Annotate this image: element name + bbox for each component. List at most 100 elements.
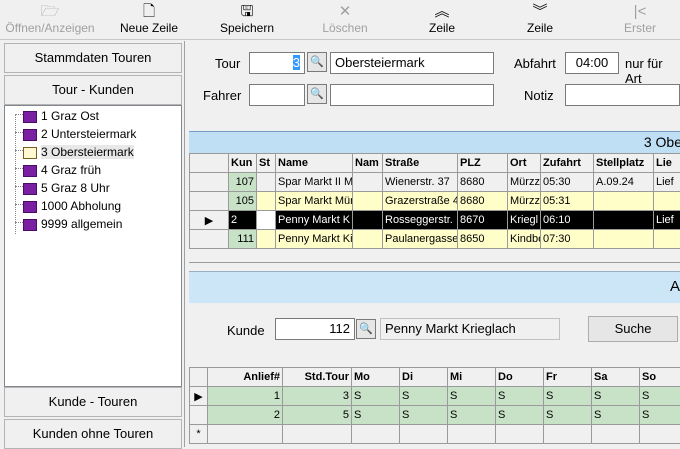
master-data-tours-button[interactable]: Stammdaten Touren (4, 43, 182, 73)
column-header[interactable]: So (640, 368, 680, 387)
cell-mi[interactable] (448, 425, 496, 444)
column-header[interactable]: Do (496, 368, 544, 387)
cell-std-tour[interactable]: 5 (283, 406, 352, 425)
cell-mo[interactable]: S (352, 406, 400, 425)
cell-std-tour[interactable]: 3 (283, 387, 352, 406)
cell-lie[interactable]: Lief (654, 211, 680, 230)
table-row[interactable]: 2 5 S S S S S S S (190, 406, 680, 425)
tour-number-input[interactable]: 3 (249, 52, 305, 74)
cell-plz[interactable]: 8680 (458, 173, 508, 192)
customer-tours-button[interactable]: Kunde - Touren (4, 387, 182, 417)
cell-plz[interactable]: 8670 (458, 211, 508, 230)
open-button[interactable]: 🗁 Öffnen/Anzeigen (2, 3, 98, 39)
cell-so[interactable] (640, 425, 680, 444)
cell-kun[interactable]: 107 (229, 173, 257, 192)
customers-without-tours-button[interactable]: Kunden ohne Touren (4, 419, 182, 449)
tree-item-1000-abholung[interactable]: 1000 Abholung (23, 197, 121, 215)
cell-sa[interactable]: S (592, 387, 640, 406)
save-button[interactable]: 🖫 Speichern (218, 3, 276, 39)
column-header[interactable]: Nam (353, 154, 383, 173)
cell-zufahrt[interactable]: 07:30 (541, 230, 594, 249)
horizontal-scrollbar[interactable] (189, 262, 680, 270)
note-input[interactable] (565, 84, 680, 106)
column-header[interactable]: Mi (448, 368, 496, 387)
column-header[interactable]: Fr (544, 368, 592, 387)
tree-item-1-graz-ost[interactable]: 1 Graz Ost (23, 107, 99, 125)
column-header[interactable]: Mo (352, 368, 400, 387)
cell-stellplatz[interactable]: A.09.24 (594, 173, 654, 192)
cell-nam[interactable] (353, 173, 383, 192)
table-row[interactable]: ▶ 1 3 S S S S S S S (190, 387, 680, 406)
cell-fr[interactable] (544, 425, 592, 444)
cell-kun[interactable]: 111 (229, 230, 257, 249)
cell-lie[interactable] (654, 230, 680, 249)
cell-di[interactable]: S (400, 387, 448, 406)
column-header[interactable]: Stellplatz (594, 154, 654, 173)
cell-zufahrt[interactable]: 06:10 (541, 211, 594, 230)
cell-stellplatz[interactable] (594, 192, 654, 211)
tree-item-4-graz-frueh[interactable]: 4 Graz früh (23, 161, 101, 179)
new-row-button[interactable]: 🗋 Neue Zeile (118, 3, 180, 39)
row-indicator[interactable] (190, 173, 229, 192)
table-row[interactable]: 105 Spar Markt Mür Grazerstraße 4 8680 M… (190, 192, 680, 211)
cell-st[interactable] (257, 211, 276, 230)
row-indicator[interactable] (190, 406, 208, 425)
row-indicator[interactable] (190, 192, 229, 211)
first-record-button[interactable]: |< Erster (620, 3, 660, 39)
column-header[interactable]: Anlief# (208, 368, 283, 387)
cell-stellplatz[interactable] (594, 230, 654, 249)
cell-di[interactable] (400, 425, 448, 444)
cell-std-tour[interactable] (283, 425, 352, 444)
cell-sa[interactable] (592, 425, 640, 444)
tree-item-5-graz-8-uhr[interactable]: 5 Graz 8 Uhr (23, 179, 110, 197)
customer-search-icon[interactable]: 🔍 (356, 319, 376, 339)
cell-plz[interactable]: 8680 (458, 192, 508, 211)
departure-input[interactable]: 04:00 (565, 52, 619, 74)
cell-lie[interactable] (654, 192, 680, 211)
cell-ort[interactable]: Kindbe (508, 230, 541, 249)
search-button[interactable]: Suche (588, 316, 678, 342)
cell-anlief[interactable]: 1 (208, 387, 283, 406)
cell-anlief[interactable]: 2 (208, 406, 283, 425)
cell-ort[interactable]: Mürzze (508, 173, 541, 192)
cell-ort[interactable]: Mürzze (508, 192, 541, 211)
cell-street[interactable]: Grazerstraße 4 (383, 192, 458, 211)
driver-number-input[interactable] (249, 84, 305, 106)
cell-nam[interactable] (353, 192, 383, 211)
cell-so[interactable]: S (640, 387, 680, 406)
cell-name[interactable]: Penny Markt Ki (276, 230, 353, 249)
table-row[interactable]: 107 Spar Markt II M Wienerstr. 37 8680 M… (190, 173, 680, 192)
cell-fr[interactable]: S (544, 406, 592, 425)
column-header[interactable]: Ort (508, 154, 541, 173)
tour-tree[interactable]: 1 Graz Ost 2 Untersteiermark 3 Obersteie… (4, 105, 182, 387)
cell-ort[interactable]: Kriegl (508, 211, 541, 230)
row-down-button[interactable]: ︾ Zeile (520, 3, 560, 39)
tree-item-2-untersteiermark[interactable]: 2 Untersteiermark (23, 125, 136, 143)
cell-di[interactable]: S (400, 406, 448, 425)
cell-stellplatz[interactable] (594, 211, 654, 230)
cell-zufahrt[interactable]: 05:30 (541, 173, 594, 192)
cell-lie[interactable]: Lief (654, 173, 680, 192)
column-header[interactable]: St (257, 154, 276, 173)
cell-fr[interactable]: S (544, 387, 592, 406)
tree-item-9999-allgemein[interactable]: 9999 allgemein (23, 215, 122, 233)
current-row-arrow-icon[interactable]: ▶ (190, 387, 208, 406)
column-header[interactable]: Kun (229, 154, 257, 173)
new-row[interactable]: * (190, 425, 680, 444)
column-header[interactable]: Name (276, 154, 353, 173)
current-row-arrow-icon[interactable]: ▶ (190, 211, 229, 230)
column-header[interactable]: Zufahrt (541, 154, 594, 173)
cell-anlief[interactable] (208, 425, 283, 444)
tour-customers-button[interactable]: Tour - Kunden (4, 75, 182, 105)
cell-name[interactable]: Spar Markt Mür (276, 192, 353, 211)
cell-street[interactable]: Rosseggerstr. (383, 211, 458, 230)
cell-kun[interactable]: 2 (229, 211, 257, 230)
column-header[interactable]: PLZ (458, 154, 508, 173)
table-row[interactable]: 111 Penny Markt Ki Paulanergasse 8650 Ki… (190, 230, 680, 249)
driver-search-icon[interactable]: 🔍 (307, 84, 327, 104)
cell-so[interactable]: S (640, 406, 680, 425)
cell-plz[interactable]: 8650 (458, 230, 508, 249)
column-header[interactable]: Straße (383, 154, 458, 173)
tour-search-icon[interactable]: 🔍 (307, 52, 327, 72)
cell-sa[interactable]: S (592, 406, 640, 425)
